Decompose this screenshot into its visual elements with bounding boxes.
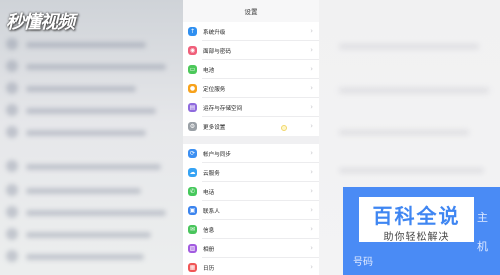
touch-indicator xyxy=(281,125,287,131)
settings-row-label: 云服务 xyxy=(203,170,220,177)
settings-row[interactable]: ◉ 面部与密码 › xyxy=(183,41,319,60)
blur-shape xyxy=(339,168,484,173)
chevron-right-icon: › xyxy=(310,46,313,54)
blur-shape xyxy=(26,86,136,92)
blur-shape xyxy=(6,160,18,172)
settings-row[interactable]: ▤ 运存与存储空间 › xyxy=(183,98,319,117)
blur-shape xyxy=(339,130,469,135)
settings-row-label: 面部与密码 xyxy=(203,48,231,55)
settings-row-label: 相册 xyxy=(203,246,215,253)
settings-row[interactable]: ✆ 电话 › xyxy=(183,182,319,201)
settings-row-label: 定位服务 xyxy=(203,86,226,93)
phone-icon: ✆ xyxy=(188,187,197,196)
settings-row[interactable]: ✉ 信息 › xyxy=(183,220,319,239)
chevron-right-icon: › xyxy=(310,122,313,130)
blur-shape xyxy=(26,108,156,114)
settings-row-label: 电话 xyxy=(203,189,215,196)
page-title: 设置 xyxy=(183,0,319,22)
blur-shape xyxy=(26,130,146,136)
album-icon: ▨ xyxy=(188,244,197,253)
settings-row-label: 更多设置 xyxy=(203,124,226,131)
battery-icon: ▭ xyxy=(188,65,197,74)
blurred-left-background xyxy=(0,0,183,275)
blur-shape xyxy=(26,210,166,216)
face-lock-icon: ◉ xyxy=(188,46,197,55)
settings-row[interactable]: ● 定位服务 › xyxy=(183,79,319,98)
settings-row[interactable]: ☁ 云服务 › xyxy=(183,163,319,182)
settings-row[interactable]: ▦ 日历 › xyxy=(183,258,319,275)
settings-group: ⟳ 帐户与同步 › ☁ 云服务 › ✆ 电话 › ▣ 联系人 › ✉ 信息 › ▨ 相册 › ▦ 日历 › xyxy=(183,144,319,275)
blur-shape xyxy=(6,60,18,72)
settings-group: ↑ 系统升级 › ◉ 面部与密码 › ▭ 电池 › ● 定位服务 › ▤ 运存与存储空间 › ⚙ 更多设置 › xyxy=(183,22,319,136)
settings-screen: 设置 ↑ 系统升级 › ◉ 面部与密码 › ▭ 电池 › ● 定位服务 › ▤ 运存与存储空间 › ⚙ 更多设置… xyxy=(183,0,319,275)
blur-shape xyxy=(6,228,18,240)
ad-bottom-text: 号码 xyxy=(353,257,373,268)
ad-title: 百科全说 xyxy=(372,204,461,228)
chevron-right-icon: › xyxy=(310,149,313,157)
chevron-right-icon: › xyxy=(310,103,313,111)
settings-row-label: 联系人 xyxy=(203,208,220,215)
blur-shape xyxy=(6,104,18,116)
watermark-logo: 秒懂视频 xyxy=(6,12,75,33)
ad-overlay: 百科全说 助你轻松解决 主 机 号码 xyxy=(343,187,500,275)
chevron-right-icon: › xyxy=(310,84,313,92)
chevron-right-icon: › xyxy=(310,65,313,73)
settings-row[interactable]: ▨ 相册 › xyxy=(183,239,319,258)
settings-row-label: 日历 xyxy=(203,265,215,272)
messages-icon: ✉ xyxy=(188,225,197,234)
blur-shape xyxy=(26,188,141,194)
location-icon: ● xyxy=(188,84,197,93)
blur-shape xyxy=(26,254,144,260)
settings-row-label: 系统升级 xyxy=(203,29,226,36)
settings-row-label: 帐户与同步 xyxy=(203,151,231,158)
chevron-right-icon: › xyxy=(310,27,313,35)
blur-shape xyxy=(6,206,18,218)
blur-shape xyxy=(26,164,161,170)
settings-row-label: 信息 xyxy=(203,227,215,234)
ad-side-text: 机 xyxy=(477,240,488,253)
blur-shape xyxy=(26,42,146,48)
cloud-icon: ☁ xyxy=(188,168,197,177)
blur-shape xyxy=(6,184,18,196)
blur-shape xyxy=(6,38,18,50)
system-update-icon: ↑ xyxy=(188,27,197,36)
chevron-right-icon: › xyxy=(310,263,313,271)
settings-row[interactable]: ⟳ 帐户与同步 › xyxy=(183,144,319,163)
chevron-right-icon: › xyxy=(310,244,313,252)
contacts-icon: ▣ xyxy=(188,206,197,215)
ad-subtitle: 助你轻松解决 xyxy=(383,232,450,243)
calendar-icon: ▦ xyxy=(188,263,197,272)
blur-shape xyxy=(339,44,479,49)
blur-shape xyxy=(339,88,489,93)
settings-row[interactable]: ▭ 电池 › xyxy=(183,60,319,79)
storage-icon: ▤ xyxy=(188,103,197,112)
blur-shape xyxy=(6,250,18,262)
blur-shape xyxy=(6,82,18,94)
blur-shape xyxy=(26,64,166,70)
chevron-right-icon: › xyxy=(310,225,313,233)
chevron-right-icon: › xyxy=(310,168,313,176)
settings-row[interactable]: ↑ 系统升级 › xyxy=(183,22,319,41)
settings-row-label: 运存与存储空间 xyxy=(203,105,243,112)
account-sync-icon: ⟳ xyxy=(188,149,197,158)
more-settings-icon: ⚙ xyxy=(188,122,197,131)
group-divider xyxy=(183,136,319,144)
blur-shape xyxy=(6,126,18,138)
settings-row[interactable]: ⚙ 更多设置 › xyxy=(183,117,319,136)
blur-shape xyxy=(26,232,151,238)
settings-row-label: 电池 xyxy=(203,67,215,74)
chevron-right-icon: › xyxy=(310,206,313,214)
chevron-right-icon: › xyxy=(310,187,313,195)
ad-side-text: 主 xyxy=(477,211,488,224)
ad-banner: 百科全说 助你轻松解决 xyxy=(359,197,474,243)
settings-row[interactable]: ▣ 联系人 › xyxy=(183,201,319,220)
